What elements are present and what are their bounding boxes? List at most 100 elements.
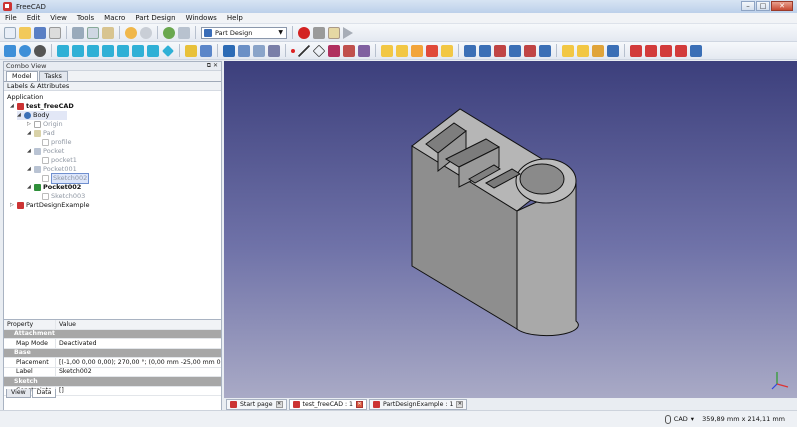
measure-icon[interactable] xyxy=(162,44,174,57)
cut-icon[interactable] xyxy=(72,26,84,39)
fillet-icon[interactable] xyxy=(562,44,574,57)
doc-tab-start-page[interactable]: Start page ✕ xyxy=(226,398,287,410)
stop-macro-icon[interactable] xyxy=(313,26,325,39)
tree-item-origin[interactable]: ▷ Origin xyxy=(27,120,63,129)
multi-transform-icon[interactable] xyxy=(675,44,687,57)
undo-icon[interactable] xyxy=(125,26,137,39)
expand-arrow-icon[interactable]: ◢ xyxy=(17,111,22,120)
additive-loft-icon[interactable] xyxy=(411,44,423,57)
group-attachment[interactable]: Attachment xyxy=(4,329,221,339)
polar-pattern-icon[interactable] xyxy=(660,44,672,57)
create-body-icon[interactable] xyxy=(200,44,212,57)
navigation-style-selector[interactable]: CAD ▾ xyxy=(664,414,694,424)
left-view-icon[interactable] xyxy=(147,44,159,57)
right-view-icon[interactable] xyxy=(102,44,114,57)
3d-viewport[interactable] xyxy=(224,61,797,398)
paste-icon[interactable] xyxy=(102,26,114,39)
group-base[interactable]: Base xyxy=(4,348,221,358)
groove-icon[interactable] xyxy=(494,44,506,57)
new-document-icon[interactable] xyxy=(4,26,16,39)
tab-data[interactable]: Data xyxy=(31,389,57,398)
close-tab-icon[interactable]: ✕ xyxy=(275,400,283,408)
subtractive-loft-icon[interactable] xyxy=(509,44,521,57)
validate-sketch-icon[interactable] xyxy=(268,44,280,57)
collapse-arrow-icon[interactable]: ▷ xyxy=(27,120,32,129)
property-row-map-mode[interactable]: Map Mode Deactivated xyxy=(4,339,221,349)
menu-tools[interactable]: Tools xyxy=(72,14,99,22)
print-icon[interactable] xyxy=(49,26,61,39)
draw-style-icon[interactable] xyxy=(34,44,46,57)
open-folder-icon[interactable] xyxy=(19,26,31,39)
part-model[interactable] xyxy=(224,61,797,398)
redo-icon[interactable] xyxy=(140,26,152,39)
tree-item-sketch003[interactable]: Sketch003 xyxy=(42,192,85,201)
tree-item-body[interactable]: ◢ Body xyxy=(17,111,68,120)
datum-point-icon[interactable] xyxy=(291,48,295,53)
tree-item-pocket[interactable]: ◢ Pocket xyxy=(27,147,64,156)
clone-icon[interactable] xyxy=(358,44,370,57)
revolution-icon[interactable] xyxy=(396,44,408,57)
whats-this-icon[interactable] xyxy=(178,26,190,39)
subtractive-primitive-icon[interactable] xyxy=(539,44,551,57)
pad-icon[interactable] xyxy=(381,44,393,57)
close-window-button[interactable]: ✕ xyxy=(771,1,793,11)
subtractive-pipe-icon[interactable] xyxy=(524,44,536,57)
create-part-icon[interactable] xyxy=(185,44,197,57)
record-macro-icon[interactable] xyxy=(298,26,310,39)
expand-arrow-icon[interactable]: ◢ xyxy=(27,147,32,156)
tree-item-partdesignexample[interactable]: ▷ PartDesignExample xyxy=(10,201,89,210)
property-row-placement[interactable]: Placement [(-1,00 0,00 0,00); 270,00 °; … xyxy=(4,358,221,368)
float-close-icon[interactable]: ⧉ ✕ xyxy=(207,62,218,70)
thickness-icon[interactable] xyxy=(607,44,619,57)
mirrored-icon[interactable] xyxy=(630,44,642,57)
tab-tasks[interactable]: Tasks xyxy=(38,71,68,81)
additive-primitive-icon[interactable] xyxy=(441,44,453,57)
shape-binder-icon[interactable] xyxy=(343,44,355,57)
close-tab-icon[interactable]: ✕ xyxy=(356,400,363,408)
bottom-view-icon[interactable] xyxy=(132,44,144,57)
datum-plane-icon[interactable] xyxy=(312,44,326,57)
create-sketch-icon[interactable] xyxy=(223,44,235,57)
fit-selection-icon[interactable] xyxy=(19,44,31,57)
isometric-view-icon[interactable] xyxy=(57,44,69,57)
menu-file[interactable]: File xyxy=(0,14,22,22)
linear-pattern-icon[interactable] xyxy=(645,44,657,57)
map-sketch-icon[interactable] xyxy=(253,44,265,57)
close-tab-icon[interactable]: ✕ xyxy=(456,400,464,408)
doc-tab-test-freecad[interactable]: test_freeCAD : 1 ✕ xyxy=(288,398,367,410)
group-sketch[interactable]: Sketch xyxy=(4,377,221,387)
datum-line-icon[interactable] xyxy=(298,44,310,57)
menu-part-design[interactable]: Part Design xyxy=(130,14,180,22)
maximize-button[interactable]: □ xyxy=(756,1,770,11)
additive-pipe-icon[interactable] xyxy=(426,44,438,57)
menu-windows[interactable]: Windows xyxy=(181,14,222,22)
tree-item-pocket002[interactable]: ◢ Pocket002 xyxy=(27,183,81,192)
menu-edit[interactable]: Edit xyxy=(22,14,46,22)
rear-view-icon[interactable] xyxy=(117,44,129,57)
model-tree[interactable]: Application ◢ test_freeCAD ◢ Body ▷ Orig… xyxy=(4,91,221,319)
run-macro-icon[interactable] xyxy=(343,26,353,39)
property-row-label[interactable]: Label Sketch002 xyxy=(4,367,221,377)
chamfer-icon[interactable] xyxy=(577,44,589,57)
tree-item-pocket1[interactable]: pocket1 xyxy=(42,156,77,165)
save-icon[interactable] xyxy=(34,26,46,39)
menu-view[interactable]: View xyxy=(45,14,72,22)
tree-item-profile[interactable]: profile xyxy=(42,138,72,147)
doc-tab-partdesignexample[interactable]: PartDesignExample : 1 ✕ xyxy=(369,398,468,410)
expand-arrow-icon[interactable]: ◢ xyxy=(27,183,32,192)
menu-macro[interactable]: Macro xyxy=(99,14,130,22)
top-view-icon[interactable] xyxy=(87,44,99,57)
collapse-arrow-icon[interactable]: ▷ xyxy=(10,201,15,210)
edit-macro-icon[interactable] xyxy=(328,26,340,39)
expand-arrow-icon[interactable]: ◢ xyxy=(27,129,32,138)
local-cs-icon[interactable] xyxy=(328,44,340,57)
tree-item-test-freecad[interactable]: ◢ test_freeCAD xyxy=(10,102,74,111)
tree-item-sketch002[interactable]: Sketch002 xyxy=(42,173,90,184)
workbench-selector[interactable]: Part Design ▼ xyxy=(201,26,287,39)
hole-icon[interactable] xyxy=(479,44,491,57)
refresh-icon[interactable] xyxy=(163,26,175,39)
tab-view[interactable]: View xyxy=(6,389,31,398)
tree-item-pad[interactable]: ◢ Pad xyxy=(27,129,55,138)
pocket-icon[interactable] xyxy=(464,44,476,57)
expand-arrow-icon[interactable]: ◢ xyxy=(10,102,15,111)
